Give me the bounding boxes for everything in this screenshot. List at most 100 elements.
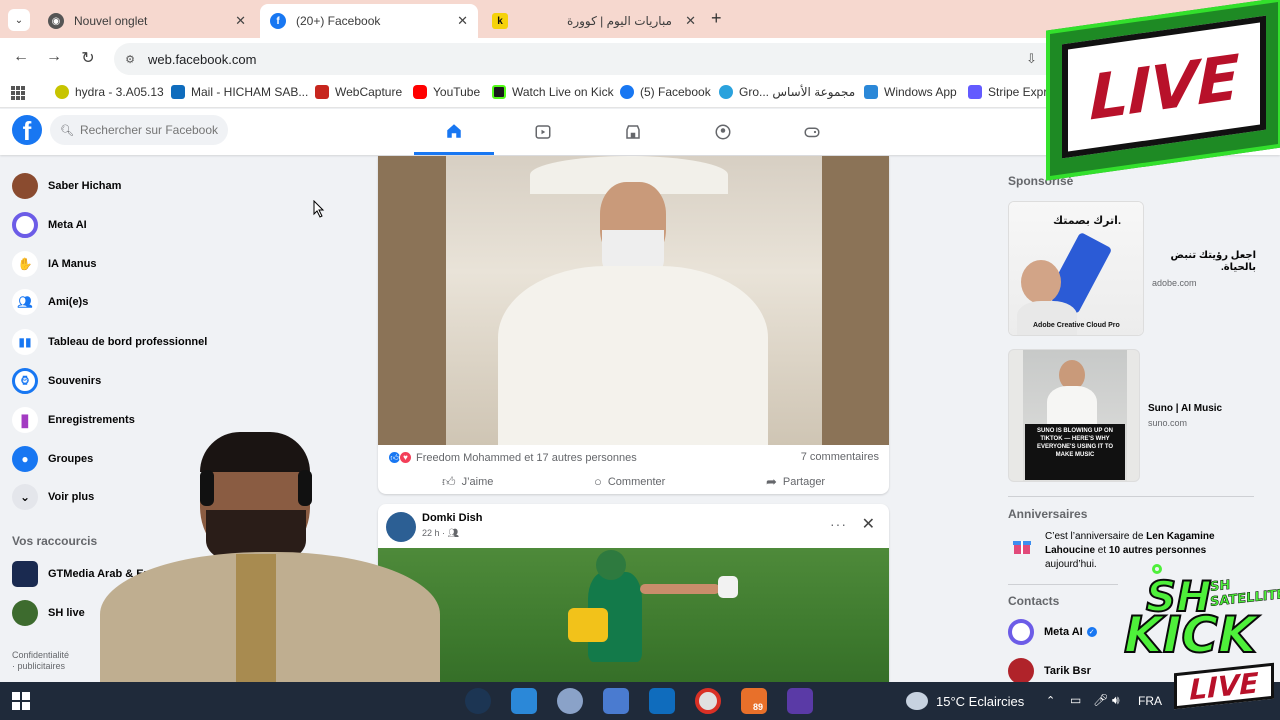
sidebar-item-memories[interactable]: ⌚︎ Souvenirs <box>12 366 101 396</box>
search-input[interactable] <box>79 123 220 137</box>
verified-badge-icon: ✓ <box>1086 627 1097 637</box>
webcapture-icon <box>315 85 329 99</box>
feed-post: Domki Dish 22 h · 👥︎ ··· ✕ <box>378 504 889 690</box>
avatar <box>12 173 38 199</box>
app-icon[interactable] <box>649 688 675 714</box>
sidebar-item-profile[interactable]: Saber Hicham <box>12 171 121 201</box>
contacts-heading: Contacts <box>1008 594 1060 608</box>
youtube-icon <box>413 85 427 99</box>
sidebar-item-ia-manus[interactable]: ✋ IA Manus <box>12 249 97 279</box>
network-icon[interactable]: ▭ <box>1070 693 1081 707</box>
bookmark-hydra[interactable]: hydra - 3.A05.13 <box>55 85 164 99</box>
reload-button[interactable]: ↻ <box>77 48 99 68</box>
microphone-icon[interactable]: 🎤︎ <box>1093 693 1108 707</box>
post-footer: 👍︎ ♥ Freedom Mohammed et 17 autres perso… <box>378 445 889 494</box>
new-tab-button[interactable]: + <box>711 8 722 29</box>
nav-gaming-icon[interactable] <box>772 109 852 155</box>
share-button[interactable]: ➦ Partager <box>766 474 825 490</box>
meta-ai-icon <box>1008 619 1034 645</box>
weather-text[interactable]: 15°C Eclaircies <box>936 694 1024 709</box>
windows-taskbar: 89 15°C Eclaircies ⌃ ▭ 🎤︎ 🔊︎ FRA 2( <box>0 682 1280 720</box>
webcam-overlay <box>40 430 445 682</box>
tab-kooora[interactable]: k مباريات اليوم | كوورة ✕ <box>482 4 706 38</box>
ad-title[interactable]: اجعل رؤيتك تنبض بالحياة. <box>1150 250 1256 274</box>
install-app-icon[interactable]: ⇩ <box>1026 51 1037 67</box>
kick-icon <box>492 85 506 99</box>
tab-new-tab[interactable]: ◉ Nouvel onglet ✕ <box>38 4 256 38</box>
calculator-icon[interactable] <box>603 688 629 714</box>
facebook-logo-icon[interactable]: f <box>12 115 42 145</box>
site-info-icon[interactable]: ⚙ <box>122 51 138 67</box>
app-icon[interactable] <box>787 688 813 714</box>
tab-facebook[interactable]: f (20+) Facebook ✕ <box>260 4 478 38</box>
windows-start-icon[interactable] <box>12 692 30 710</box>
bookmark-mail[interactable]: Mail - HICHAM SAB... <box>171 85 308 99</box>
ad-image-adobe[interactable]: اترك بصمتك. Adobe Creative Cloud Pro <box>1008 201 1144 336</box>
facebook-icon: f <box>270 13 286 29</box>
address-bar[interactable]: ⚙ web.facebook.com <box>114 43 1074 75</box>
back-button[interactable]: ← <box>10 48 32 66</box>
share-icon: ➦ <box>766 474 777 489</box>
chevron-up-icon[interactable]: ⌃ <box>1046 694 1055 707</box>
sidebar-item-dashboard[interactable]: ▮▮ Tableau de bord professionnel <box>12 327 207 357</box>
bookmark-icon: ▮ <box>12 407 38 433</box>
paint-icon[interactable] <box>557 688 583 714</box>
bookmark-facebook[interactable]: (5) Facebook <box>620 85 711 99</box>
comment-button[interactable]: ○ Commenter <box>594 474 665 489</box>
apps-grid-icon[interactable] <box>11 86 25 100</box>
bookmark-kick[interactable]: Watch Live on Kick <box>492 85 614 99</box>
sh-live-icon <box>12 600 38 626</box>
ad-domain: suno.com <box>1148 418 1188 428</box>
tab-search-button[interactable]: ⌄ <box>8 9 30 31</box>
obs-icon[interactable] <box>465 688 491 714</box>
comment-icon: ○ <box>594 474 602 489</box>
close-tab-icon[interactable]: ✕ <box>235 13 246 29</box>
bookmark-webcapture[interactable]: WebCapture <box>315 85 402 99</box>
kooora-icon: k <box>492 13 508 29</box>
facebook-search[interactable]: 🔍︎ <box>50 115 228 145</box>
nav-marketplace-icon[interactable] <box>593 109 673 155</box>
laptop-icon[interactable] <box>511 688 537 714</box>
nav-video-icon[interactable] <box>503 109 583 155</box>
like-button[interactable]: 👍︎ J’aime <box>442 474 493 490</box>
stripe-icon <box>968 85 982 99</box>
friends-icon: 👥︎ <box>12 289 38 315</box>
url-text: web.facebook.com <box>148 51 257 67</box>
manus-icon: ✋ <box>12 251 38 277</box>
close-tab-icon[interactable]: ✕ <box>685 13 696 29</box>
more-options-icon[interactable]: ··· <box>830 516 847 532</box>
telegram-taskbar-icon[interactable]: 89 <box>741 688 767 714</box>
bookmark-telegram-group[interactable]: Gro... مجموعة الأساس <box>719 85 855 99</box>
live-text: LIVE <box>1089 40 1239 134</box>
post-image <box>378 156 889 445</box>
gtmedia-icon <box>12 561 38 587</box>
divider <box>1008 584 1118 585</box>
close-tab-icon[interactable]: ✕ <box>457 13 468 29</box>
hydra-icon <box>55 85 69 99</box>
mouse-cursor-icon <box>313 200 325 218</box>
ad-image-suno[interactable]: SUNO IS BLOWING UP ON TIKTOK — HERE'S WH… <box>1008 349 1140 482</box>
sidebar-item-friends[interactable]: 👥︎ Ami(e)s <box>12 287 88 317</box>
post-image <box>378 548 889 690</box>
bookmark-windows-app[interactable]: Windows App <box>864 85 957 99</box>
gift-icon <box>1012 536 1032 556</box>
close-icon[interactable]: ✕ <box>862 514 875 534</box>
contact-tarik[interactable]: Tarik Bsr <box>1008 658 1091 684</box>
windows-icon <box>864 85 878 99</box>
meta-ai-icon <box>12 212 38 238</box>
divider <box>1008 496 1254 497</box>
contact-meta-ai[interactable]: Meta AI ✓ <box>1008 619 1097 645</box>
avatar <box>1008 658 1034 684</box>
groups-icon: ● <box>12 446 38 472</box>
forward-button[interactable]: → <box>43 48 65 66</box>
bookmark-youtube[interactable]: YouTube <box>413 85 480 99</box>
sidebar-item-meta-ai[interactable]: Meta AI <box>12 210 87 240</box>
headphones-icon <box>200 470 214 506</box>
weather-icon <box>906 692 928 710</box>
nav-home-icon[interactable] <box>414 109 494 155</box>
ad-domain: adobe.com <box>1152 278 1197 288</box>
nav-groups-icon[interactable] <box>683 109 763 155</box>
ad-title[interactable]: Suno | AI Music <box>1148 403 1222 415</box>
chrome-taskbar-icon[interactable] <box>695 688 721 714</box>
comments-count[interactable]: 7 commentaires <box>801 451 879 463</box>
